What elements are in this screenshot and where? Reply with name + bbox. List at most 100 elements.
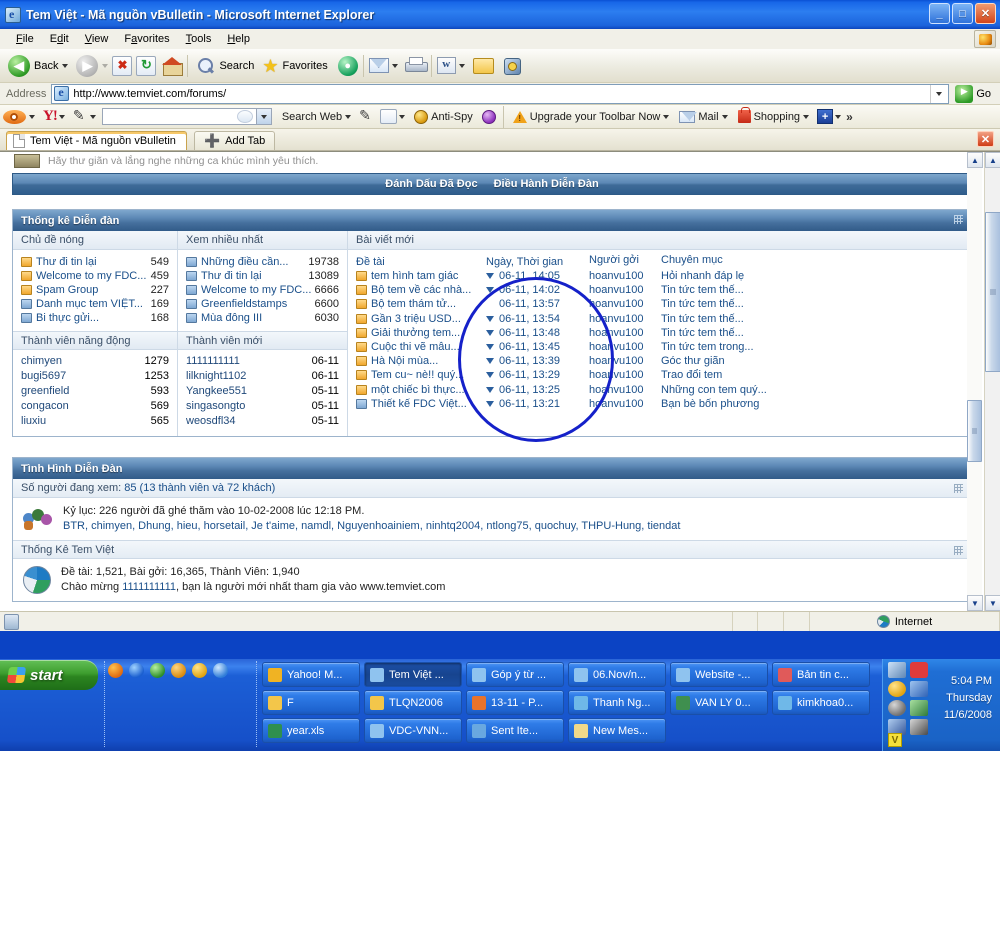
post-category[interactable]: Hỏi nhanh đáp lẹ <box>661 270 965 282</box>
table-row[interactable]: một chiếc bì thực... 06-11, 13:25 hoanvu10… <box>356 383 965 397</box>
address-input[interactable]: http://www.temviet.com/forums/ <box>51 83 950 104</box>
post-user[interactable]: hoanvu100 <box>589 369 661 381</box>
post-user[interactable]: hoanvu100 <box>589 270 661 282</box>
item-label[interactable]: bugi5697 <box>21 370 145 385</box>
item-label[interactable]: Welcome to my FDC... <box>36 270 151 282</box>
search-web-chevron-down-icon[interactable] <box>345 114 352 119</box>
list-item[interactable]: 1111111111 06-11 <box>186 355 339 370</box>
list-item[interactable]: Mùa đông III 6030 <box>186 311 339 325</box>
tray-printer-icon[interactable] <box>888 662 906 678</box>
item-label[interactable]: lilknight1102 <box>186 370 312 385</box>
post-title-cell[interactable]: Cuộc thi vẽ mẫu... <box>356 341 486 353</box>
collapse-icon[interactable] <box>954 215 963 224</box>
table-row[interactable]: Tem cu~ nè!! quý... 06-11, 13:29 hoanvu100… <box>356 368 965 382</box>
edit-word-icon[interactable] <box>436 57 456 74</box>
back-button[interactable]: ◀ Back <box>4 53 72 79</box>
mail-button[interactable]: Mail <box>677 110 729 123</box>
add-button-icon[interactable]: + <box>817 109 834 124</box>
item-label[interactable]: Thư đi tin lại <box>36 256 151 268</box>
taskbar-button[interactable]: Sent Ite... <box>466 718 564 743</box>
search-button[interactable]: Search <box>193 55 258 77</box>
taskbar-button[interactable]: Bản tin c... <box>772 662 870 687</box>
item-label[interactable]: weosdfl34 <box>186 415 312 430</box>
internet-explorer-icon[interactable] <box>213 663 228 678</box>
table-row[interactable]: Giải thưởng tem... 06-11, 13:48 hoanvu100 T… <box>356 326 965 340</box>
menu-file[interactable]: FFileile <box>8 31 42 47</box>
post-category[interactable]: Tin tức tem thế... <box>661 284 965 296</box>
list-item[interactable]: Danh mục tem VIỆT... 169 <box>21 297 169 311</box>
list-item[interactable]: Yangkee551 05-11 <box>186 385 339 400</box>
post-title-cell[interactable]: một chiếc bì thực... <box>356 384 486 396</box>
item-label[interactable]: Yangkee551 <box>186 385 312 400</box>
taskbar-button[interactable]: Thanh Ng... <box>568 690 666 715</box>
menu-tools[interactable]: Tools <box>178 31 220 47</box>
post-user[interactable]: hoanvu100 <box>589 313 661 325</box>
post-title-cell[interactable]: Thiết kế FDC Việt... <box>356 398 486 410</box>
taskbar-button[interactable]: 06.Nov/n... <box>568 662 666 687</box>
pencil-chevron-down-icon[interactable] <box>89 114 96 119</box>
back-chevron-down-icon[interactable] <box>62 63 69 68</box>
list-item[interactable]: Thư đi tin lại 549 <box>21 255 169 269</box>
go-button[interactable]: Go <box>949 84 997 103</box>
refresh-icon[interactable]: ↻ <box>136 55 157 76</box>
list-item[interactable]: bugi5697 1253 <box>21 370 169 385</box>
list-item[interactable]: Spam Group 227 <box>21 283 169 297</box>
post-user[interactable]: hoanvu100 <box>589 384 661 396</box>
gear-icon[interactable] <box>502 57 522 75</box>
upgrade-chevron-down-icon[interactable] <box>663 114 670 119</box>
goto-last-post-icon[interactable] <box>486 273 494 280</box>
add-chevron-down-icon[interactable] <box>835 114 842 119</box>
goto-last-post-icon[interactable] <box>486 400 494 407</box>
list-item[interactable]: Thư đi tin lại 13089 <box>186 269 339 283</box>
post-user[interactable]: hoanvu100 <box>589 341 661 353</box>
list-item[interactable]: Bi thực gửi... 168 <box>21 311 169 325</box>
yahoo-pencil2-icon[interactable] <box>359 107 374 124</box>
list-item[interactable]: liuxiu 565 <box>21 415 169 430</box>
item-label[interactable]: Mùa đông III <box>201 312 315 324</box>
window-scrollbar[interactable]: ▲ ▼ <box>984 152 1000 611</box>
taskbar-button[interactable]: Website -... <box>670 662 768 687</box>
goto-last-post-icon[interactable] <box>486 287 494 294</box>
print-icon[interactable] <box>404 57 428 74</box>
item-label[interactable]: greenfield <box>21 385 151 400</box>
table-row[interactable]: Hà Nội mùa... 06-11, 13:39 hoanvu100 Góc th… <box>356 354 965 368</box>
toolbar-overflow-icon[interactable]: » <box>843 110 856 124</box>
post-title-cell[interactable]: Hà Nội mùa... <box>356 355 486 367</box>
music-icon[interactable] <box>481 109 496 124</box>
post-user[interactable]: hoanvu100 <box>589 298 661 310</box>
post-category[interactable]: Tin tức tem thế... <box>661 313 965 325</box>
post-title-cell[interactable]: Gần 3 triệu USD... <box>356 313 486 325</box>
media-player-icon[interactable] <box>171 663 186 678</box>
item-label[interactable]: Welcome to my FDC... <box>201 284 315 296</box>
tray-camera-icon[interactable] <box>910 719 928 735</box>
yahoo-logo-chevron-down-icon[interactable] <box>58 114 65 119</box>
tab-tem-viet[interactable]: Tem Việt - Mã nguồn vBulletin <box>6 131 187 150</box>
folder-icon[interactable] <box>472 57 494 74</box>
stats-collapse-icon[interactable] <box>954 546 963 555</box>
taskbar-button[interactable]: year.xls <box>262 718 360 743</box>
post-category[interactable]: Góc thư giãn <box>661 355 965 367</box>
item-label[interactable]: Danh mục tem VIỆT... <box>36 298 151 310</box>
taskbar-button[interactable]: kimkhoa0... <box>772 690 870 715</box>
mark-read-link[interactable]: Đánh Dấu Đã Đọc <box>385 178 477 190</box>
yahoo-companion-chevron-down-icon[interactable] <box>29 114 35 119</box>
mail-icon[interactable] <box>368 58 389 73</box>
goto-last-post-icon[interactable] <box>486 372 494 379</box>
menu-help[interactable]: Help <box>219 31 258 47</box>
item-label[interactable]: singasongto <box>186 400 312 415</box>
table-row[interactable]: Bộ tem về các nhà... 06-11, 14:02 hoanvu10… <box>356 283 965 297</box>
yahoo-messenger-icon[interactable] <box>192 663 207 678</box>
list-item[interactable]: weosdfl34 05-11 <box>186 415 339 430</box>
media-icon[interactable]: ● <box>337 55 358 76</box>
item-label[interactable]: Những điều cần... <box>201 256 308 268</box>
address-chevron-down-icon[interactable] <box>930 84 946 103</box>
taskbar-button[interactable]: TLQN2006 <box>364 690 462 715</box>
security-zone[interactable]: Internet <box>810 612 1000 631</box>
post-title-cell[interactable]: Giải thưởng tem... <box>356 327 486 339</box>
post-category[interactable]: Tin tức tem thế... <box>661 327 965 339</box>
start-button[interactable]: start <box>0 660 98 690</box>
mail-chevron-down-icon-2[interactable] <box>721 114 728 119</box>
post-user[interactable]: hoanvu100 <box>589 327 661 339</box>
mail-chevron-down-icon[interactable] <box>391 63 398 68</box>
post-title-cell[interactable]: Bộ tem về các nhà... <box>356 284 486 296</box>
